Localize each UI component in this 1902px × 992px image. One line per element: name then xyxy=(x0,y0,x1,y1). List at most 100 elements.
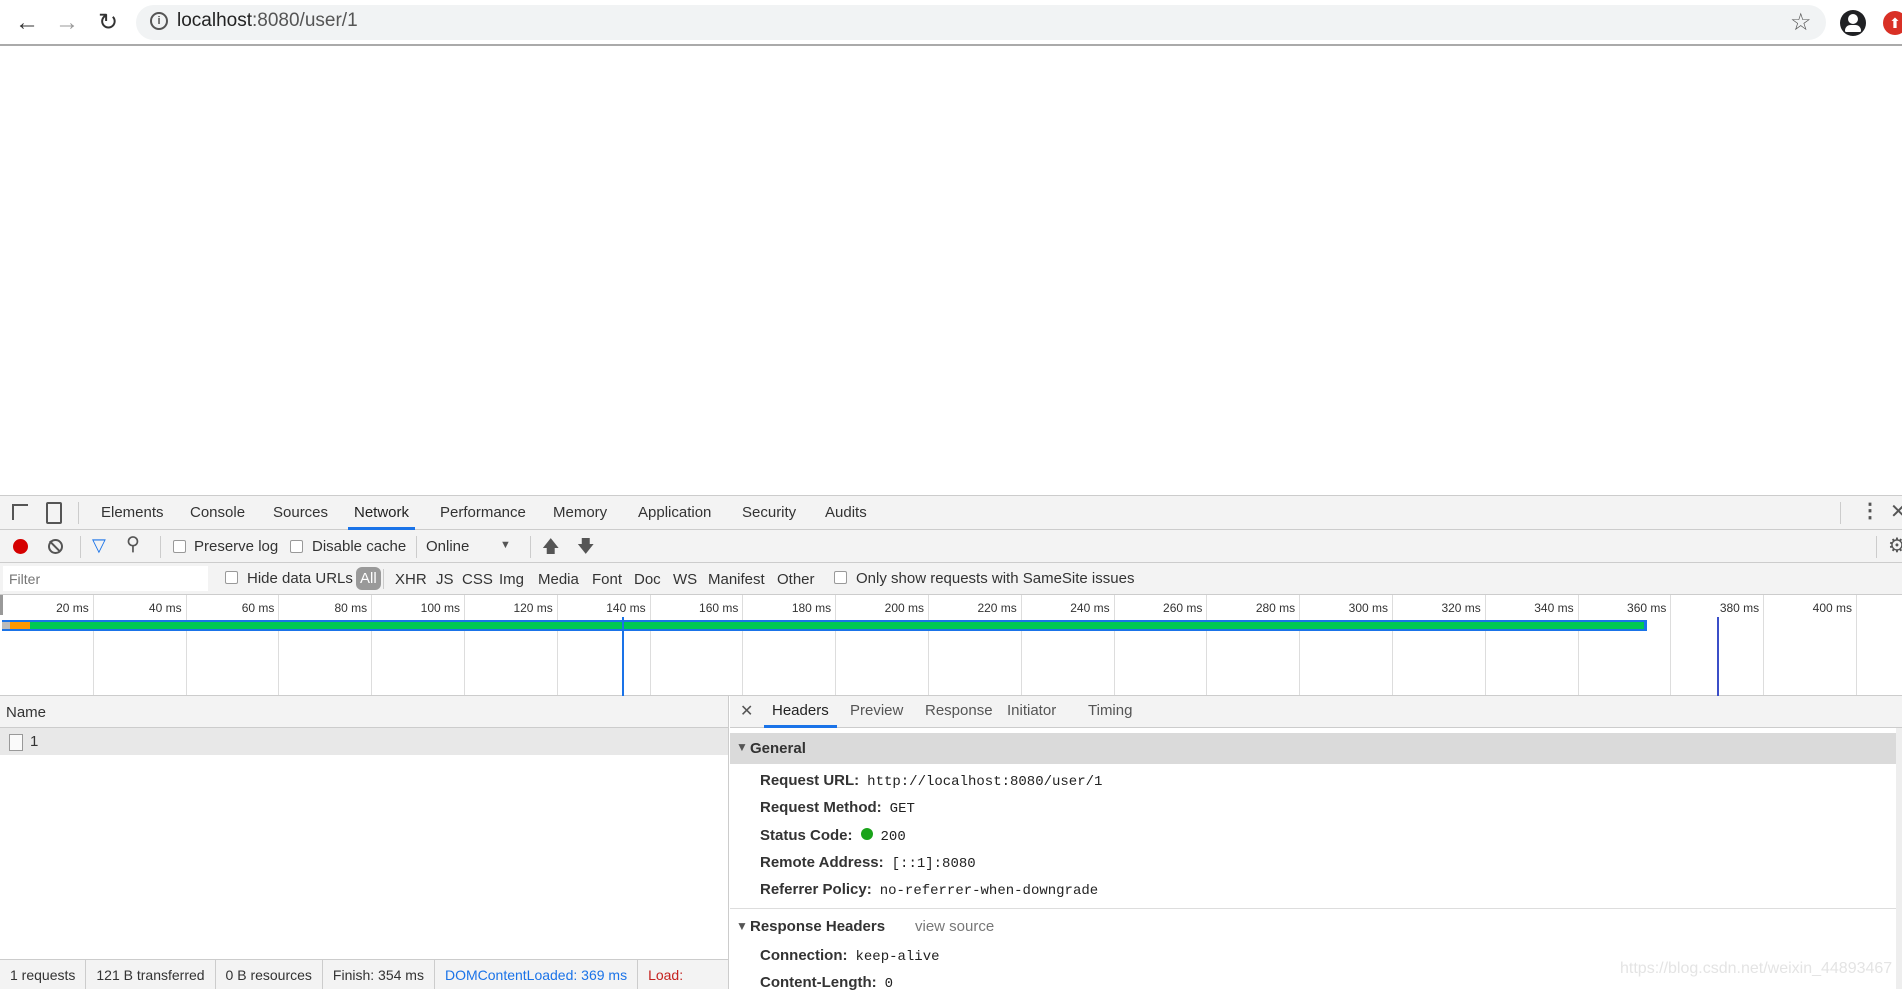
tab-sources[interactable]: Sources xyxy=(267,496,334,530)
header-value: http://localhost:8080/user/1 xyxy=(867,774,1103,790)
gridline xyxy=(185,595,187,695)
filter-icon[interactable]: ▽ xyxy=(92,535,106,556)
tick-label: 200 ms xyxy=(884,601,924,615)
network-overview-timeline[interactable]: 20 ms 40 ms 60 ms 80 ms 100 ms 120 ms 140 ms 16… xyxy=(0,595,1902,696)
load-marker xyxy=(1716,617,1719,696)
tick-label: 300 ms xyxy=(1348,601,1388,615)
record-icon[interactable] xyxy=(13,539,28,554)
tick-label: 160 ms xyxy=(699,601,739,615)
response-headers-title[interactable]: Response Headers xyxy=(750,918,885,935)
samesite-checkbox[interactable] xyxy=(834,571,847,584)
document-icon xyxy=(9,734,23,751)
filter-type-css[interactable]: CSS xyxy=(462,571,493,588)
detail-tab-headers[interactable]: Headers xyxy=(764,696,837,728)
clear-icon[interactable] xyxy=(48,539,63,554)
filter-type-doc[interactable]: Doc xyxy=(634,571,661,588)
close-detail-icon[interactable]: ✕ xyxy=(740,701,753,721)
filter-type-font[interactable]: Font xyxy=(592,571,622,588)
header-name: Remote Address: xyxy=(760,853,884,871)
close-devtools-icon[interactable]: ✕ xyxy=(1890,499,1902,524)
info-icon[interactable]: i xyxy=(150,12,168,30)
header-row: Request URL: http://localhost:8080/user/1 xyxy=(760,772,1102,790)
status-requests: 1 requests xyxy=(0,960,87,989)
scrollbar[interactable] xyxy=(1896,728,1902,989)
tick-label: 380 ms xyxy=(1719,601,1760,615)
more-options-icon[interactable]: ⋮ xyxy=(1860,498,1880,523)
tick-label: 80 ms xyxy=(334,601,368,615)
detail-tab-bar: ✕ Headers Preview Response Initiator Timing xyxy=(730,696,1902,728)
filter-bar: Hide data URLs All XHR JS CSS Img Media Font Do… xyxy=(0,563,1902,595)
inspect-element-icon[interactable] xyxy=(12,504,28,520)
preserve-log-checkbox[interactable] xyxy=(173,540,186,553)
tab-elements[interactable]: Elements xyxy=(95,496,170,530)
gridline xyxy=(649,595,651,695)
import-har-icon[interactable]: 🡅 xyxy=(542,534,559,563)
header-name: Connection: xyxy=(760,947,848,964)
filter-type-other[interactable]: Other xyxy=(777,571,815,588)
tab-memory[interactable]: Memory xyxy=(547,496,613,530)
tab-application[interactable]: Application xyxy=(632,496,717,530)
update-icon[interactable]: ⬆ xyxy=(1883,11,1902,35)
filter-input[interactable] xyxy=(3,566,208,591)
throttle-value: Online xyxy=(426,538,470,555)
header-row: Status Code: 200 xyxy=(760,827,906,845)
detail-tab-initiator[interactable]: Initiator xyxy=(999,696,1064,728)
request-name: 1 xyxy=(30,733,39,750)
search-icon[interactable]: ⚲ xyxy=(126,533,140,556)
tab-audits[interactable]: Audits xyxy=(819,496,873,530)
star-icon[interactable]: ☆ xyxy=(1790,8,1812,37)
gridline xyxy=(1392,595,1393,695)
request-row[interactable]: 1 xyxy=(0,728,728,755)
gridline xyxy=(1856,595,1857,695)
hide-data-urls-checkbox[interactable] xyxy=(225,571,238,584)
header-value: keep-alive xyxy=(855,949,940,965)
devtools-panel: Elements Console Sources Network Performance… xyxy=(0,495,1902,992)
header-value: 200 xyxy=(880,828,906,845)
back-arrow-icon[interactable]: ← xyxy=(12,8,42,38)
disable-cache-label: Disable cache xyxy=(312,538,407,555)
tab-security[interactable]: Security xyxy=(736,496,802,530)
gridline xyxy=(928,595,929,695)
filter-type-img[interactable]: Img xyxy=(499,571,524,588)
gridline xyxy=(556,595,558,695)
timeline-handle[interactable] xyxy=(0,595,3,615)
tick-label: 40 ms xyxy=(148,601,182,615)
name-column-header[interactable]: Name xyxy=(0,696,728,728)
status-dot-icon xyxy=(860,827,873,840)
filter-type-xhr[interactable]: XHR xyxy=(395,571,427,588)
account-icon[interactable] xyxy=(1840,10,1866,36)
tab-network[interactable]: Network xyxy=(348,496,416,530)
filter-type-ws[interactable]: WS xyxy=(673,571,697,588)
reload-icon[interactable]: ↻ xyxy=(93,8,123,38)
gridline xyxy=(835,595,837,695)
header-name: Request URL: xyxy=(760,772,860,789)
tick-label: 220 ms xyxy=(977,601,1017,615)
detail-tab-response[interactable]: Response xyxy=(917,696,1001,728)
filter-type-js[interactable]: JS xyxy=(436,571,454,588)
url-text[interactable]: localhost:8080/user/1 xyxy=(177,10,358,32)
filter-type-all[interactable]: All xyxy=(356,567,381,590)
filter-type-manifest[interactable]: Manifest xyxy=(708,571,765,588)
settings-gear-icon[interactable]: ⚙ xyxy=(1888,533,1902,558)
samesite-label: Only show requests with SameSite issues xyxy=(856,570,1135,587)
view-source-link[interactable]: view source xyxy=(915,918,994,935)
gridline xyxy=(742,595,744,695)
throttling-select[interactable]: Online ▼ xyxy=(420,533,520,559)
header-row: Request Method: GET xyxy=(760,799,915,817)
tick-label: 340 ms xyxy=(1534,601,1574,615)
address-bar[interactable] xyxy=(136,5,1826,40)
general-section-header[interactable]: ▼ General xyxy=(730,733,1898,764)
device-toolbar-icon[interactable] xyxy=(46,502,62,524)
gridline xyxy=(1484,595,1486,695)
forward-arrow-icon[interactable]: → xyxy=(52,8,82,38)
network-toolbar: ▽ ⚲ Preserve log Disable cache Online ▼ … xyxy=(0,530,1902,563)
disable-cache-checkbox[interactable] xyxy=(290,540,303,553)
export-har-icon[interactable]: 🡇 xyxy=(577,534,594,563)
filter-type-media[interactable]: Media xyxy=(538,571,579,588)
tab-console[interactable]: Console xyxy=(184,496,251,530)
detail-tab-preview[interactable]: Preview xyxy=(842,696,911,728)
gridline xyxy=(1020,595,1022,695)
tab-performance[interactable]: Performance xyxy=(434,496,532,530)
gridline xyxy=(1577,595,1579,695)
detail-tab-timing[interactable]: Timing xyxy=(1080,696,1140,728)
